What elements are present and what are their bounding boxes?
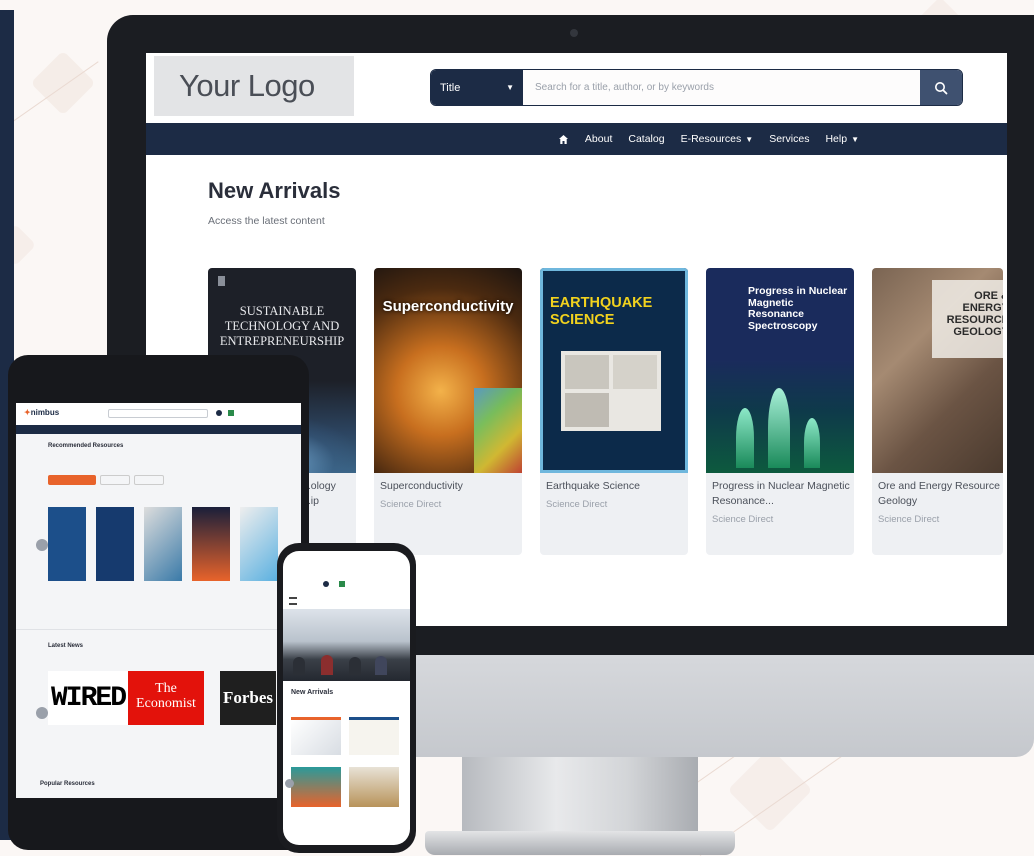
monitor-stand	[462, 757, 698, 835]
chevron-down-icon: ▼	[506, 83, 514, 92]
search-button[interactable]	[920, 70, 962, 105]
home-link[interactable]	[558, 134, 569, 145]
section-title: New Arrivals	[208, 178, 341, 203]
book-cover: Superconductivity	[374, 268, 522, 473]
phone-book-cover[interactable]	[291, 767, 341, 807]
nav-help[interactable]: Help ▼	[825, 133, 859, 145]
cover-title: Superconductivity	[382, 298, 514, 315]
tablet-screen: ✦nimbus Recommended Resources Latest New…	[16, 403, 301, 798]
section-subtitle: Access the latest content	[208, 215, 325, 227]
logo-text: Your Logo	[179, 68, 315, 103]
book-title: Superconductivity	[380, 480, 463, 492]
tablet-book-cover[interactable]	[240, 507, 278, 581]
cover-title: SUSTAINABLE TECHNOLOGY AND ENTREPRENEURS…	[219, 304, 345, 348]
search-input[interactable]	[523, 70, 920, 105]
search-field-label: Title	[440, 81, 461, 94]
tablet-book-cover[interactable]	[48, 507, 86, 581]
tablet-popular-title: Popular Resources	[40, 781, 95, 787]
phone-book-cover[interactable]	[291, 717, 341, 755]
search-field-select[interactable]: Title ▼	[431, 70, 523, 105]
nav-catalog[interactable]: Catalog	[628, 133, 664, 145]
tablet-nav	[16, 425, 301, 434]
forbes-logo[interactable]: Forbes	[220, 671, 276, 725]
tablet-book-cover[interactable]	[96, 507, 134, 581]
divider	[16, 629, 301, 630]
cart-icon[interactable]	[339, 581, 345, 587]
book-card[interactable]: Progress in Nuclear Magnetic Resonance S…	[706, 268, 854, 555]
cover-title: Progress in Nuclear Magnetic Resonance S…	[748, 285, 848, 332]
tablet-book-cover[interactable]	[144, 507, 182, 581]
tablet-device: ✦nimbus Recommended Resources Latest New…	[8, 355, 309, 850]
phone-screen: New Arrivals	[283, 551, 410, 845]
phone-book-cover[interactable]	[349, 767, 399, 807]
cover-title: EARTHQUAKE SCIENCE	[550, 295, 653, 328]
tablet-tab-active[interactable]	[48, 475, 96, 485]
phone-hero-image	[283, 609, 410, 681]
tablet-tab[interactable]	[100, 475, 130, 485]
search-bar: Title ▼	[430, 69, 963, 106]
book-source: Science Direct	[546, 499, 608, 510]
site-logo[interactable]: Your Logo	[154, 56, 354, 116]
user-icon[interactable]	[216, 410, 222, 416]
book-source: Science Direct	[380, 499, 442, 510]
nav-about[interactable]: About	[585, 133, 612, 145]
book-title: Progress in Nuclear Magnetic Resonance..…	[712, 480, 850, 507]
book-cover: EARTHQUAKE SCIENCE	[540, 268, 688, 473]
tablet-logo-text: nimbus	[30, 408, 60, 417]
tablet-tab[interactable]	[134, 475, 164, 485]
tablet-section-title: Recommended Resources	[48, 443, 124, 449]
tablet-logo[interactable]: ✦nimbus	[24, 408, 59, 417]
tablet-book-cover[interactable]	[192, 507, 230, 581]
tablet-header: ✦nimbus	[16, 403, 301, 425]
phone-section-title: New Arrivals	[291, 689, 334, 696]
tablet-news-title: Latest News	[48, 643, 84, 649]
monitor-base	[425, 831, 735, 855]
book-title: Ore and Energy Resource Geology	[878, 480, 1000, 507]
phone-book-cover[interactable]	[349, 717, 399, 755]
tablet-search-input[interactable]	[108, 409, 208, 418]
wired-logo[interactable]: WIRED	[48, 671, 128, 725]
cover-title: ORE & ENERGY RESOURCE GEOLOGY	[946, 290, 1003, 338]
caret-down-icon: ▼	[745, 134, 754, 144]
search-icon	[935, 81, 948, 94]
menu-icon[interactable]	[289, 597, 297, 605]
book-card[interactable]: Superconductivity Superconductivity Scie…	[374, 268, 522, 555]
home-icon	[558, 134, 568, 144]
book-card[interactable]: ORE & ENERGY RESOURCE GEOLOGY Ore and En…	[872, 268, 1003, 555]
nav-e-resources-label: E-Resources	[680, 133, 742, 145]
carousel-prev-button[interactable]	[36, 539, 48, 551]
nav-services-label: Services	[769, 133, 810, 145]
site-header: Your Logo Title ▼	[146, 53, 1007, 123]
carousel-prev-button[interactable]	[36, 707, 48, 719]
user-icon[interactable]	[323, 581, 329, 587]
nav-services[interactable]: Services	[769, 133, 809, 145]
book-cover: Progress in Nuclear Magnetic Resonance S…	[706, 268, 854, 473]
nav-help-label: Help	[825, 133, 848, 145]
book-card[interactable]: EARTHQUAKE SCIENCE Earthquake Science Sc…	[540, 268, 688, 555]
carousel-prev-button[interactable]	[285, 779, 294, 788]
main-navigation: About Catalog E-Resources ▼ Services Help…	[146, 123, 1007, 155]
new-arrivals-carousel: SUSTAINABLE TECHNOLOGY AND ENTREPRENEURS…	[208, 268, 1007, 558]
cart-icon[interactable]	[228, 410, 234, 416]
nav-about-label: About	[584, 133, 613, 145]
book-cover: ORE & ENERGY RESOURCE GEOLOGY	[872, 268, 1003, 473]
book-title: Earthquake Science	[546, 480, 640, 492]
book-source: Science Direct	[878, 514, 940, 525]
phone-device: New Arrivals	[277, 543, 416, 853]
nav-e-resources[interactable]: E-Resources ▼	[681, 133, 754, 145]
economist-logo[interactable]: The Economist	[128, 671, 204, 725]
book-source: Science Direct	[712, 514, 774, 525]
caret-down-icon: ▼	[851, 134, 859, 144]
camera-icon	[570, 29, 578, 37]
nav-catalog-label: Catalog	[628, 133, 665, 145]
